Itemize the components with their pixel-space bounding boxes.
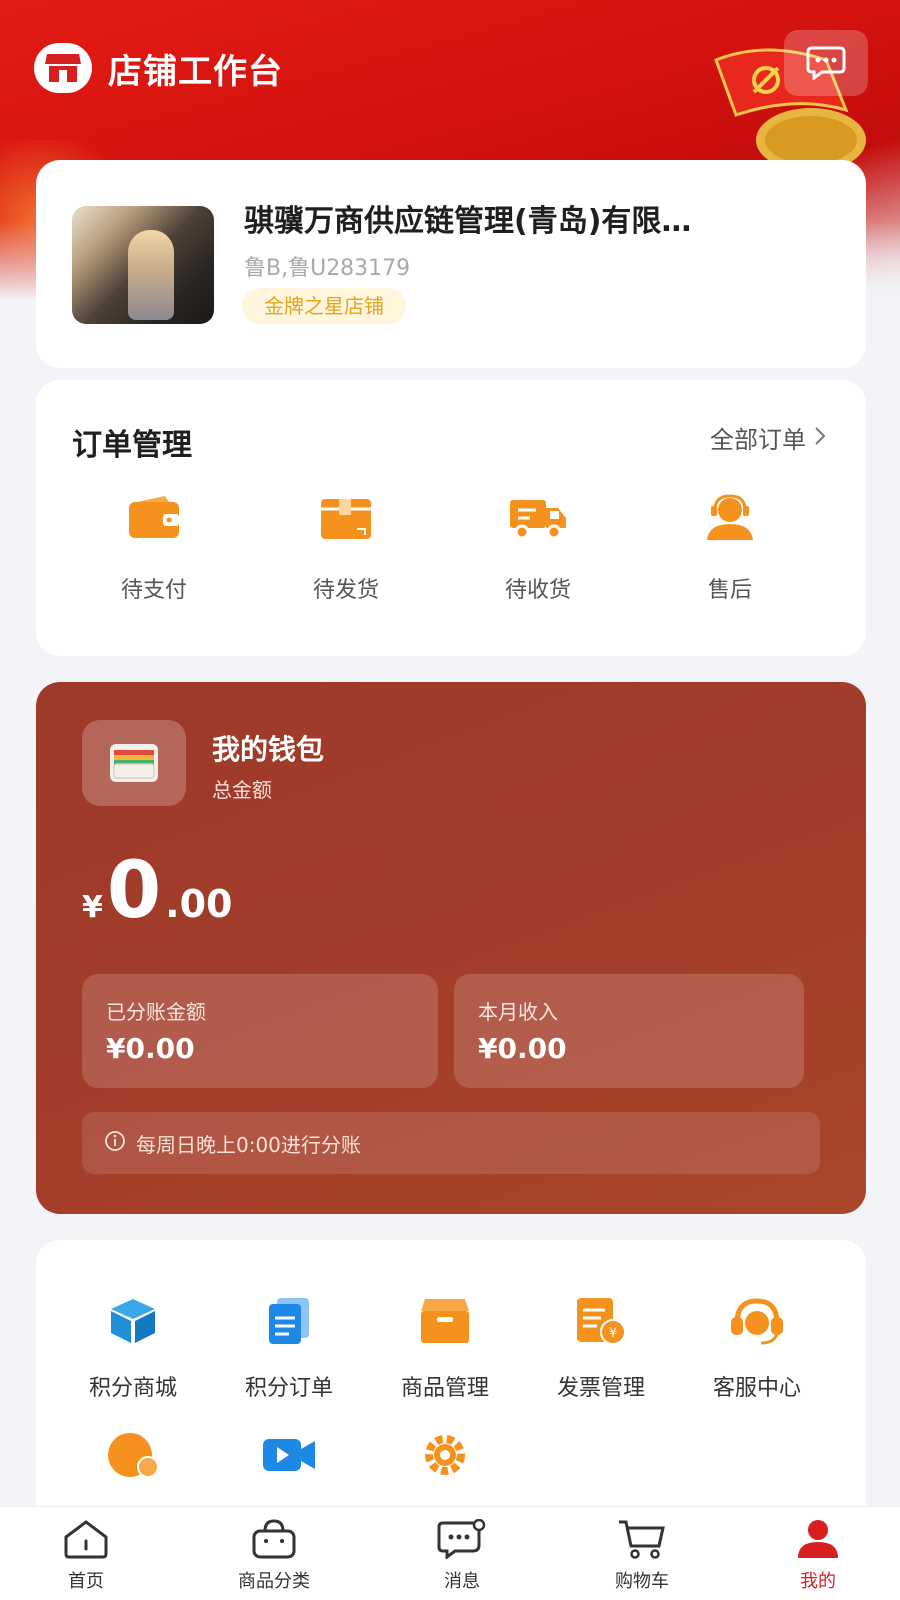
package-icon: [266, 490, 426, 546]
tool-label: 商品管理: [400, 1376, 489, 1401]
balance-integer: 0: [106, 846, 162, 936]
video-camera-icon: [214, 1428, 364, 1482]
split-amount-box[interactable]: 已分账金额 ¥0.00: [82, 974, 438, 1088]
tool-video[interactable]: [214, 1428, 364, 1482]
tab-label: 购物车: [615, 1571, 669, 1592]
page-title: 店铺工作台: [108, 51, 283, 92]
message-button[interactable]: [784, 30, 868, 96]
bag-icon: [204, 1517, 344, 1561]
split-amount-value: ¥0.00: [106, 1032, 195, 1065]
tab-messages[interactable]: 消息: [392, 1517, 532, 1593]
all-orders-label: 全部订单: [710, 426, 806, 454]
order-after-sales[interactable]: 售后: [650, 490, 810, 604]
order-item-label: 待支付: [120, 578, 187, 603]
headset-icon: [682, 1294, 832, 1348]
order-pending-receipt[interactable]: 待收货: [458, 490, 618, 604]
store-badge: 金牌之星店铺: [242, 288, 406, 324]
tool-shares[interactable]: [58, 1428, 208, 1482]
info-icon: [104, 1130, 126, 1157]
user-icon: [748, 1517, 888, 1561]
tab-label: 消息: [444, 1571, 480, 1592]
wallet-icon: [74, 490, 234, 546]
box-icon: [370, 1294, 520, 1348]
order-item-label: 待发货: [312, 578, 379, 603]
monthly-income-value: ¥0.00: [478, 1032, 567, 1065]
app-header: 店铺工作台: [34, 40, 283, 96]
document-icon: [214, 1294, 364, 1348]
chat-bubble-icon: [806, 46, 846, 80]
wallet-title: 我的钱包: [212, 733, 325, 766]
customer-service-icon: [650, 490, 810, 546]
avatar-photo: [128, 230, 174, 320]
tool-label: 积分订单: [244, 1376, 333, 1401]
order-item-label: 售后: [707, 578, 752, 603]
tab-label: 商品分类: [238, 1571, 310, 1592]
all-orders-link[interactable]: 全部订单: [710, 420, 826, 455]
message-icon: [392, 1517, 532, 1561]
store-card[interactable]: 骐骥万商供应链管理(青岛)有限… 鲁B,鲁U283179 金牌之星店铺: [36, 160, 866, 368]
tool-label: 积分商城: [88, 1376, 177, 1401]
cart-icon: [572, 1517, 712, 1561]
wallet-card[interactable]: 我的钱包 总金额 ¥ 0 .00 已分账金额 ¥0.00 本月收入 ¥0.00 …: [36, 682, 866, 1214]
currency-symbol: ¥: [82, 890, 103, 925]
bottom-tab-bar: 首页 商品分类 消息 购物车 我的: [0, 1506, 900, 1600]
tab-cart[interactable]: 购物车: [572, 1517, 712, 1593]
svg-text:¥: ¥: [609, 1326, 617, 1341]
tab-label: 首页: [68, 1571, 104, 1592]
tool-label: 发票管理: [556, 1376, 645, 1401]
tab-label: 我的: [800, 1571, 836, 1592]
truck-icon: [458, 490, 618, 546]
settlement-notice: 每周日晚上0:00进行分账: [82, 1112, 820, 1174]
tool-label: 客服中心: [712, 1376, 801, 1401]
wallet-balance: ¥ 0 .00: [82, 846, 232, 936]
wallet-card-icon: [82, 720, 186, 806]
section-title: 订单管理: [72, 428, 192, 463]
order-pending-payment[interactable]: 待支付: [74, 490, 234, 604]
settlement-notice-text: 每周日晚上0:00进行分账: [136, 1132, 361, 1157]
monthly-income-box[interactable]: 本月收入 ¥0.00: [454, 974, 804, 1088]
store-icon: [34, 43, 92, 93]
shares-icon: [58, 1428, 208, 1482]
tool-product-management[interactable]: 商品管理: [370, 1294, 520, 1402]
tool-settings[interactable]: [370, 1428, 520, 1482]
order-pending-shipment[interactable]: 待发货: [266, 490, 426, 604]
tool-customer-service[interactable]: 客服中心: [682, 1294, 832, 1402]
store-plate: 鲁B,鲁U283179: [244, 256, 411, 281]
order-management-card: 订单管理 全部订单 待支付 待发货 待收货 售后: [36, 380, 866, 656]
tab-profile[interactable]: 我的: [748, 1517, 888, 1593]
chevron-right-icon: [814, 424, 826, 452]
order-item-label: 待收货: [504, 578, 571, 603]
tool-points-orders[interactable]: 积分订单: [214, 1294, 364, 1402]
gear-icon: [370, 1428, 520, 1482]
home-icon: [16, 1517, 156, 1561]
balance-decimal: .00: [165, 882, 233, 926]
tool-points-mall[interactable]: 积分商城: [58, 1294, 208, 1402]
split-amount-label: 已分账金额: [106, 1000, 206, 1024]
invoice-icon: ¥: [526, 1294, 676, 1348]
wallet-subtitle: 总金额: [212, 778, 272, 802]
store-avatar: [72, 206, 214, 324]
store-name: 骐骥万商供应链管理(青岛)有限…: [244, 204, 692, 239]
monthly-income-label: 本月收入: [478, 1000, 558, 1024]
tool-invoice-management[interactable]: ¥ 发票管理: [526, 1294, 676, 1402]
cube-icon: [58, 1294, 208, 1348]
tab-categories[interactable]: 商品分类: [204, 1517, 344, 1593]
tab-home[interactable]: 首页: [16, 1517, 156, 1593]
